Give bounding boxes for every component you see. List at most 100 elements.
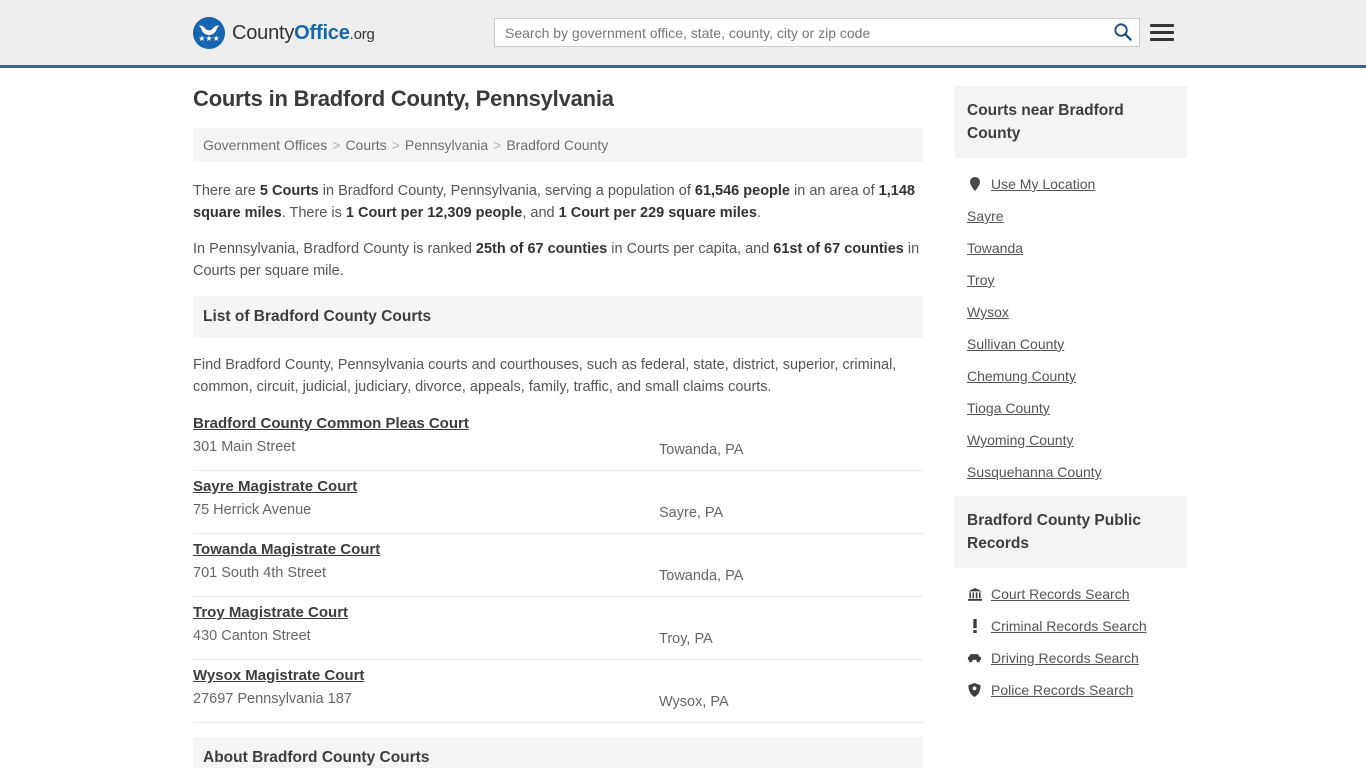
stat-court-count: 5 Courts	[259, 183, 319, 199]
court-city: Towanda, PA	[659, 442, 744, 458]
site-header: ★★★ CountyOffice.org	[0, 0, 1366, 68]
nearby-courts-links: Use My Location Sayre Towanda Troy Wysox	[955, 158, 1187, 490]
list-item[interactable]: Chemung County	[967, 360, 1175, 392]
court-name-link[interactable]: Towanda Magistrate Court	[193, 541, 380, 558]
court-city: Wysox, PA	[659, 694, 729, 710]
court-city: Troy, PA	[659, 631, 713, 647]
stat-per-capita: 1 Court per 12,309 people	[345, 205, 523, 221]
brand-part-office: Office	[294, 21, 350, 44]
page-title: Courts in Bradford County, Pennsylvania	[193, 86, 614, 111]
stats-text: There are	[193, 183, 260, 199]
site-logo[interactable]: ★★★ CountyOffice.org	[193, 17, 375, 49]
court-name-link[interactable]: Bradford County Common Pleas Court	[193, 415, 469, 432]
list-item[interactable]: Troy	[967, 264, 1175, 296]
list-item[interactable]: Use My Location	[967, 168, 1175, 200]
stats-text: In Pennsylvania, Bradford County is rank…	[193, 241, 476, 257]
sidebar-link-chemung-county[interactable]: Chemung County	[967, 368, 1076, 384]
court-info: Wysox Magistrate Court 27697 Pennsylvani…	[193, 667, 659, 707]
sidebar-link-police-records-search[interactable]: Police Records Search	[991, 682, 1133, 698]
public-records-links: Court Records Search Criminal Records Se…	[955, 568, 1187, 708]
list-item[interactable]: Wysox	[967, 296, 1175, 328]
breadcrumb-item-bradford-county[interactable]: Bradford County	[506, 137, 608, 153]
court-list: Bradford County Common Pleas Court 301 M…	[193, 408, 923, 723]
sidebar-link-susquehanna-county[interactable]: Susquehanna County	[967, 464, 1102, 480]
page-body: Courts in Bradford County, Pennsylvania …	[0, 68, 1366, 768]
list-item[interactable]: Court Records Search	[967, 578, 1175, 610]
courthouse-icon	[967, 587, 982, 601]
sidebar-link-sullivan-county[interactable]: Sullivan County	[967, 336, 1064, 352]
logo-stars-icon: ★★★	[198, 34, 220, 43]
search-button[interactable]	[1105, 19, 1139, 46]
public-records-heading: Bradford County Public Records	[955, 496, 1187, 568]
sidebar-link-driving-records-search[interactable]: Driving Records Search	[991, 650, 1139, 666]
stats-text: in Bradford County, Pennsylvania, servin…	[318, 183, 695, 199]
police-badge-icon	[967, 683, 982, 697]
sidebar: Courts near Bradford County Use My Locat…	[955, 86, 1187, 714]
table-row: Wysox Magistrate Court 27697 Pennsylvani…	[193, 660, 923, 723]
court-info: Bradford County Common Pleas Court 301 M…	[193, 415, 659, 455]
breadcrumb-separator: >	[391, 137, 400, 153]
breadcrumb-separator: >	[332, 137, 341, 153]
section-description-court-list: Find Bradford County, Pennsylvania court…	[193, 357, 897, 395]
stats-paragraph-1: There are 5 Courts in Bradford County, P…	[193, 180, 923, 224]
court-address: 75 Herrick Avenue	[193, 502, 312, 518]
sidebar-link-sayre[interactable]: Sayre	[967, 208, 1004, 224]
car-icon	[967, 653, 982, 663]
stats-text: .	[756, 205, 761, 221]
county-statistics: There are 5 Courts in Bradford County, P…	[193, 180, 923, 282]
search-input[interactable]	[495, 19, 1105, 46]
breadcrumb-item-pennsylvania[interactable]: Pennsylvania	[405, 137, 488, 153]
public-records-panel: Bradford County Public Records Court Rec…	[955, 496, 1187, 708]
countyoffice-eagle-logo-icon: ★★★	[193, 17, 225, 49]
list-item[interactable]: Towanda	[967, 232, 1175, 264]
stats-text: in Courts per capita, and	[607, 241, 774, 257]
sidebar-link-court-records-search[interactable]: Court Records Search	[991, 586, 1130, 602]
table-row: Troy Magistrate Court 430 Canton Street …	[193, 597, 923, 660]
court-address: 430 Canton Street	[193, 628, 311, 644]
list-item[interactable]: Police Records Search	[967, 674, 1175, 706]
section-heading-court-list: List of Bradford County Courts	[193, 296, 923, 338]
stats-text: , and	[522, 205, 559, 221]
court-info: Towanda Magistrate Court 701 South 4th S…	[193, 541, 659, 581]
list-item[interactable]: Sullivan County	[967, 328, 1175, 360]
breadcrumb-item-courts[interactable]: Courts	[345, 137, 386, 153]
breadcrumb: Government Offices > Courts > Pennsylvania > B…	[193, 128, 923, 162]
list-item[interactable]: Sayre	[967, 200, 1175, 232]
brand-part-org: .org	[349, 25, 375, 43]
court-info: Sayre Magistrate Court 75 Herrick Avenue	[193, 478, 659, 518]
search-icon	[1113, 22, 1132, 44]
stats-paragraph-2: In Pennsylvania, Bradford County is rank…	[193, 238, 923, 282]
stat-population: 61,546 people	[694, 183, 790, 199]
sidebar-link-use-my-location[interactable]: Use My Location	[991, 176, 1095, 192]
sidebar-link-troy[interactable]: Troy	[967, 272, 994, 288]
table-row: Sayre Magistrate Court 75 Herrick Avenue…	[193, 471, 923, 534]
sidebar-link-criminal-records-search[interactable]: Criminal Records Search	[991, 618, 1147, 634]
sidebar-link-tioga-county[interactable]: Tioga County	[967, 400, 1050, 416]
map-pin-icon	[967, 177, 982, 191]
content-columns: Courts in Bradford County, Pennsylvania …	[193, 68, 1187, 768]
list-item[interactable]: Criminal Records Search	[967, 610, 1175, 642]
list-item[interactable]: Driving Records Search	[967, 642, 1175, 674]
table-row: Bradford County Common Pleas Court 301 M…	[193, 408, 923, 471]
sidebar-link-wyoming-county[interactable]: Wyoming County	[967, 432, 1073, 448]
brand-part-county: County	[232, 21, 295, 44]
court-info: Troy Magistrate Court 430 Canton Street	[193, 604, 659, 644]
court-name-link[interactable]: Troy Magistrate Court	[193, 604, 348, 621]
court-city: Sayre, PA	[659, 505, 724, 521]
court-address: 27697 Pennsylvania 187	[193, 691, 352, 707]
stat-rank-per-area: 61st of 67 counties	[773, 241, 904, 257]
list-item[interactable]: Wyoming County	[967, 424, 1175, 456]
court-name-link[interactable]: Sayre Magistrate Court	[193, 478, 357, 495]
sidebar-link-towanda[interactable]: Towanda	[967, 240, 1023, 256]
hamburger-menu-icon[interactable]	[1150, 19, 1176, 45]
section-heading-about: About Bradford County Courts	[193, 737, 923, 768]
search-bar[interactable]	[494, 18, 1140, 47]
list-item[interactable]: Susquehanna County	[967, 456, 1175, 488]
breadcrumb-item-government-offices[interactable]: Government Offices	[203, 137, 327, 153]
exclamation-icon	[967, 619, 982, 633]
table-row: Towanda Magistrate Court 701 South 4th S…	[193, 534, 923, 597]
nearby-courts-heading: Courts near Bradford County	[955, 86, 1187, 158]
list-item[interactable]: Tioga County	[967, 392, 1175, 424]
court-name-link[interactable]: Wysox Magistrate Court	[193, 667, 364, 684]
sidebar-link-wysox[interactable]: Wysox	[967, 304, 1009, 320]
